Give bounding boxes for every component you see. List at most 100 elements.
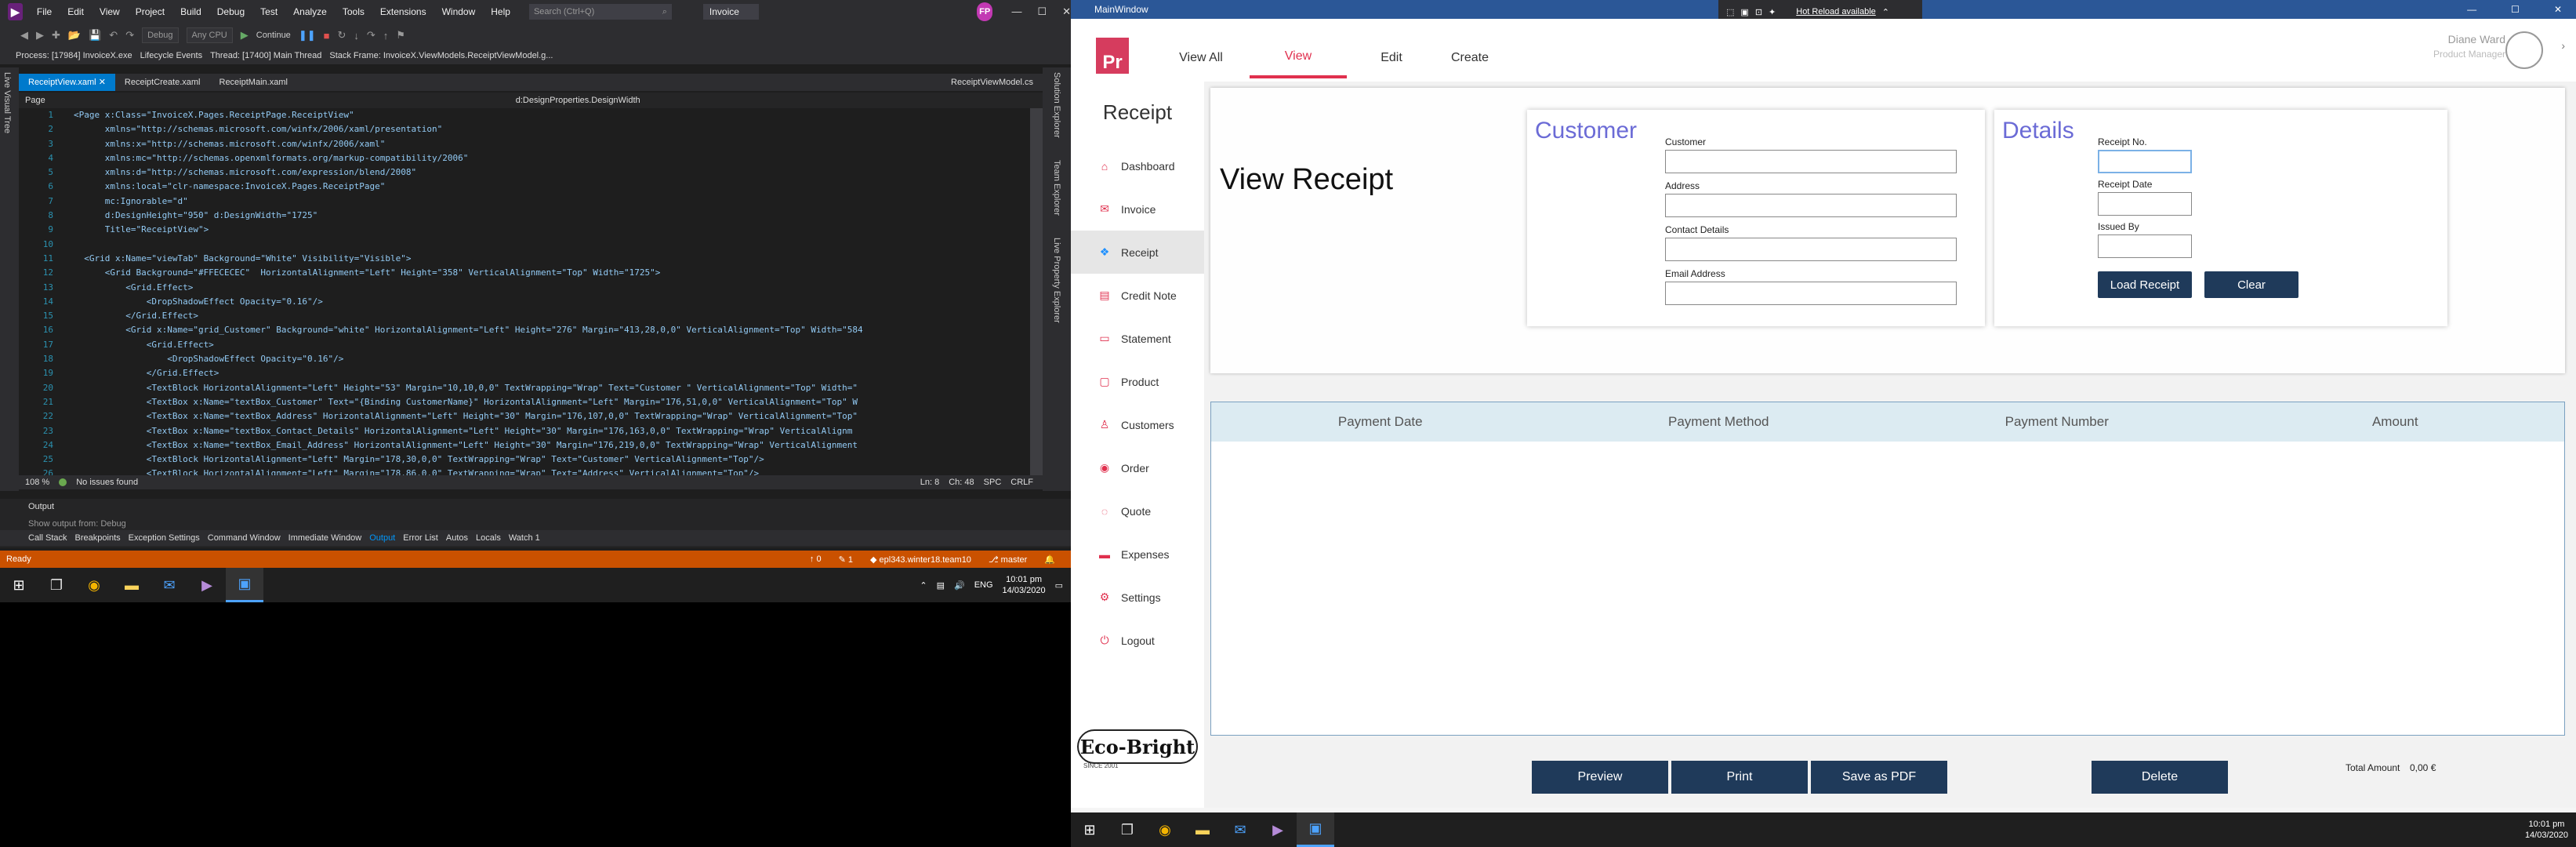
team-explorer-tab[interactable]: Team Explorer [1050, 155, 1064, 220]
back-icon[interactable]: ◀ [20, 29, 28, 42]
git-repo[interactable]: ◆ epl343.winter18.team10 [870, 554, 971, 565]
close-icon[interactable]: ✕ [1062, 5, 1071, 18]
code-line[interactable]: 15 </Grid.Effect> [19, 309, 1030, 323]
code-line[interactable]: 16 <Grid x:Name="grid_Customer" Backgrou… [19, 323, 1030, 337]
tab-immediate-window[interactable]: Immediate Window [288, 533, 362, 543]
notifications-icon[interactable]: 🔔 [1044, 554, 1055, 565]
code-line[interactable]: 24 <TextBox x:Name="textBox_Email_Addres… [19, 438, 1030, 453]
receipt-no-field[interactable] [2098, 150, 2192, 173]
hot-reload-link[interactable]: Hot Reload available [1796, 7, 1876, 16]
task-view-icon[interactable]: ❐ [1108, 812, 1146, 847]
receipt-date-field[interactable] [2098, 192, 2192, 216]
tray-chevron-icon[interactable]: ⌃ [920, 580, 927, 591]
code-line[interactable]: 1 <Page x:Class="InvoiceX.Pages.ReceiptPa… [19, 108, 1030, 122]
volume-icon[interactable]: 🔊 [954, 580, 965, 591]
new-project-icon[interactable]: ✚ [52, 29, 60, 42]
code-line[interactable]: 6 xmlns:local="clr-namespace:InvoiceX.Pa… [19, 180, 1030, 194]
code-line[interactable]: 20 <TextBlock HorizontalAlignment="Left"… [19, 381, 1030, 395]
save-as-pdf-button[interactable]: Save as PDF [1811, 761, 1947, 794]
menu-build[interactable]: Build [172, 6, 209, 17]
doc-tab-receiptmain[interactable]: ReceiptMain.xaml [210, 74, 297, 91]
code-line[interactable]: 8 d:DesignHeight="950" d:DesignWidth="17… [19, 209, 1030, 223]
editor-scrollbar[interactable] [1030, 108, 1043, 475]
clock[interactable]: 10:01 pm 14/03/2020 [1003, 574, 1046, 596]
continue-icon[interactable]: ▶ [241, 29, 249, 42]
sidebar-item-dashboard[interactable]: ⌂ Dashboard [1071, 144, 1204, 187]
task-view-icon[interactable]: ❐ [38, 568, 75, 602]
zoom-level[interactable]: 108 % [25, 478, 49, 487]
code-line[interactable]: 18 <DropShadowEffect Opacity="0.16"/> [19, 352, 1030, 366]
sidebar-item-order[interactable]: ◉ Order [1071, 446, 1204, 489]
tab-locals[interactable]: Locals [476, 533, 501, 543]
restart-icon[interactable]: ↻ [337, 29, 346, 42]
address-field[interactable] [1665, 194, 1957, 217]
step-out-icon[interactable]: ↑ [383, 30, 389, 42]
code-line[interactable]: 26 <TextBlock HorizontalAlignment="Left"… [19, 467, 1030, 475]
sidebar-item-logout[interactable]: ⏻ Logout [1071, 619, 1204, 662]
invoicex-app-icon[interactable]: ▣ [226, 568, 263, 602]
menu-tools[interactable]: Tools [335, 6, 372, 17]
chrome-icon[interactable]: ◉ [75, 568, 113, 602]
code-line[interactable]: 10 [19, 238, 1030, 252]
menu-test[interactable]: Test [252, 6, 285, 17]
select-element-icon[interactable]: ⬚ [1726, 7, 1734, 17]
file-explorer-icon[interactable]: ▬ [113, 568, 151, 602]
windows-start-icon[interactable]: ⊞ [0, 568, 38, 602]
git-changes-count[interactable]: ✎ 1 [839, 554, 853, 565]
code-line[interactable]: 5 xmlns:d="http://schemas.microsoft.com/… [19, 165, 1030, 180]
solution-explorer-tab[interactable]: Solution Explorer [1050, 67, 1064, 143]
mail-icon[interactable]: ✉ [1221, 812, 1259, 847]
menu-help[interactable]: Help [483, 6, 518, 17]
code-line[interactable]: 9 Title="ReceiptView"> [19, 223, 1030, 237]
lifecycle-events[interactable]: Lifecycle Events [140, 51, 202, 60]
undo-icon[interactable]: ↶ [109, 29, 118, 42]
pause-icon[interactable]: ❚❚ [299, 29, 316, 42]
output-source-label[interactable]: Show output from: Debug [28, 519, 126, 529]
menu-analyze[interactable]: Analyze [285, 6, 335, 17]
user-avatar[interactable] [2505, 31, 2543, 69]
step-into-icon[interactable]: ↓ [354, 30, 359, 42]
issues-label[interactable]: No issues found [76, 478, 138, 487]
preview-button[interactable]: Preview [1532, 761, 1668, 794]
code-line[interactable]: 7 mc:Ignorable="d" [19, 194, 1030, 209]
code-line[interactable]: 22 <TextBox x:Name="textBox_Address" Hor… [19, 409, 1030, 424]
code-line[interactable]: 17 <Grid.Effect> [19, 338, 1030, 352]
sidebar-item-product[interactable]: ▢ Product [1071, 360, 1204, 403]
menu-debug[interactable]: Debug [209, 6, 252, 17]
stop-icon[interactable]: ■ [324, 30, 330, 42]
network-icon[interactable]: ▤ [937, 580, 945, 591]
print-button[interactable]: Print [1671, 761, 1808, 794]
mail-icon[interactable]: ✉ [151, 568, 188, 602]
tab-command-window[interactable]: Command Window [208, 533, 281, 543]
code-line[interactable]: 25 <TextBlock HorizontalAlignment="Left"… [19, 453, 1030, 467]
code-line[interactable]: 19 </Grid.Effect> [19, 366, 1030, 380]
clear-button[interactable]: Clear [2204, 271, 2298, 298]
save-icon[interactable]: 💾 [89, 29, 101, 42]
continue-label[interactable]: Continue [256, 31, 291, 40]
maximize-icon[interactable]: ☐ [2511, 4, 2520, 15]
visual-studio-icon[interactable]: ▶ [188, 568, 226, 602]
platform-dropdown[interactable]: Any CPU [186, 27, 233, 43]
invoicex-app-icon[interactable]: ▣ [1297, 812, 1334, 847]
menu-project[interactable]: Project [128, 6, 172, 17]
code-line[interactable]: 21 <TextBox x:Name="textBox_Customer" Te… [19, 395, 1030, 409]
tab-create[interactable]: Create [1433, 38, 1507, 78]
git-branch[interactable]: ⎇ master [989, 554, 1027, 565]
tab-view-all[interactable]: View All [1165, 38, 1237, 78]
code-line[interactable]: 12 <Grid Background="#FFECECEC" Horizont… [19, 266, 1030, 280]
tab-error-list[interactable]: Error List [403, 533, 438, 543]
track-focus-icon[interactable]: ⊡ [1755, 7, 1762, 17]
config-dropdown[interactable]: Debug [142, 27, 179, 43]
tab-call-stack[interactable]: Call Stack [28, 533, 67, 543]
thread-label[interactable]: Thread: [17400] Main Thread [210, 51, 321, 60]
close-icon[interactable]: ✕ [2554, 4, 2562, 15]
code-editor[interactable]: 1 <Page x:Class="InvoiceX.Pages.ReceiptPa… [19, 108, 1030, 475]
sidebar-item-credit-note[interactable]: ▤ Credit Note [1071, 274, 1204, 317]
sidebar-item-settings[interactable]: ⚙ Settings [1071, 576, 1204, 619]
code-line[interactable]: 14 <DropShadowEffect Opacity="0.16"/> [19, 295, 1030, 309]
live-visual-tree-tab[interactable]: Live Visual Tree [0, 67, 14, 138]
chrome-icon[interactable]: ◉ [1146, 812, 1184, 847]
nav-member-dropdown[interactable]: d:DesignProperties.DesignWidth [516, 96, 640, 105]
menu-file[interactable]: File [29, 6, 60, 17]
menu-extensions[interactable]: Extensions [372, 6, 434, 17]
